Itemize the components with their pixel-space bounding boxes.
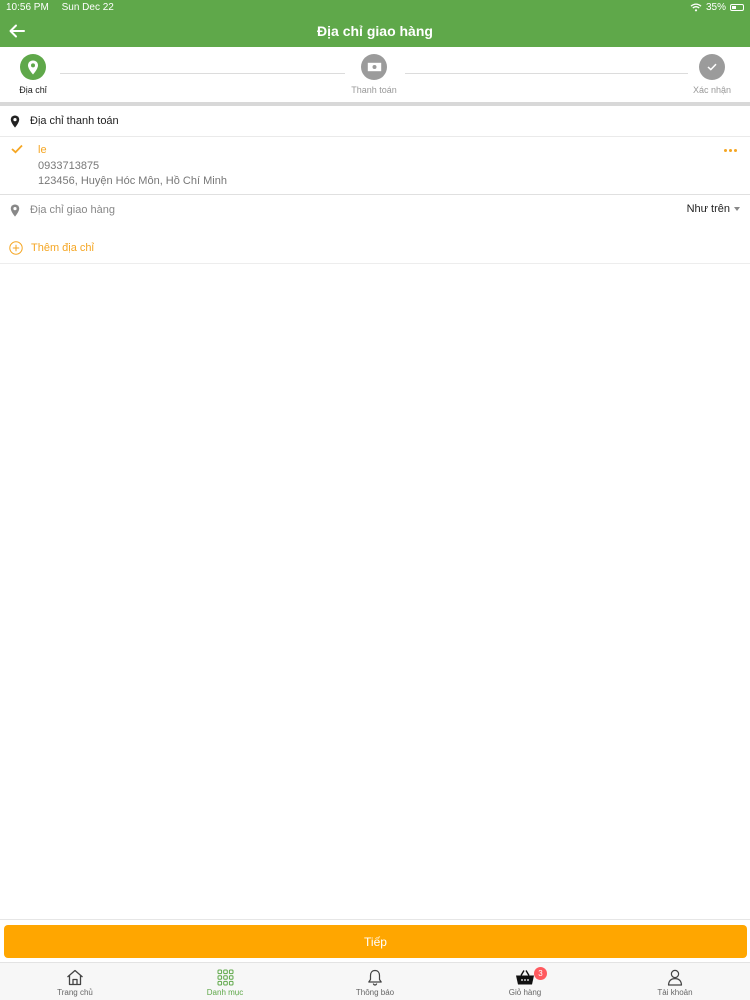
step-label: Địa chỉ [19, 85, 47, 95]
billing-address-header: Địa chỉ thanh toán [0, 106, 750, 137]
tab-bar: Trang chủ Danh mục Thông báo 3 Giỏ hàng … [0, 962, 750, 1000]
add-address-button[interactable]: Thêm địa chỉ [0, 232, 750, 264]
check-icon [699, 54, 725, 80]
status-date: Sun Dec 22 [61, 2, 114, 13]
more-options-icon[interactable] [724, 145, 740, 155]
step-connector [405, 73, 688, 74]
wifi-icon [690, 3, 702, 12]
tab-label: Tài khoản [657, 988, 693, 997]
tab-account[interactable]: Tài khoản [600, 963, 750, 1000]
shipping-selected-value: Như trên [686, 203, 730, 215]
address-name: le [38, 144, 47, 156]
checkmark-icon [11, 144, 23, 154]
tab-categories[interactable]: Danh mục [150, 963, 300, 1000]
step-label: Xác nhận [692, 85, 732, 95]
back-button[interactable] [6, 21, 28, 41]
tab-label: Thông báo [355, 988, 395, 997]
location-pin-icon [20, 54, 46, 80]
tab-notifications[interactable]: Thông báo [300, 963, 450, 1000]
battery-icon [730, 4, 744, 11]
step-confirm: Xác nhận [688, 54, 736, 95]
status-time: 10:56 PM [6, 2, 49, 13]
basket-icon [516, 970, 534, 985]
tab-home[interactable]: Trang chủ [0, 963, 150, 1000]
address-card[interactable]: le 0933713875 123456, Huyện Hóc Môn, Hồ … [0, 137, 750, 195]
location-pin-icon [10, 204, 20, 216]
cart-badge: 3 [534, 967, 547, 980]
shipping-address-row[interactable]: Địa chỉ giao hàng Như trên [0, 196, 750, 224]
back-arrow-icon [9, 24, 25, 38]
app-bar: Địa chỉ giao hàng [0, 15, 750, 47]
user-icon [667, 969, 683, 986]
money-icon [361, 54, 387, 80]
step-address: Địa chỉ [13, 54, 53, 95]
address-line: 123456, Huyện Hóc Môn, Hồ Chí Minh [38, 175, 227, 187]
grid-icon [217, 969, 233, 986]
cta-divider [0, 919, 750, 920]
step-payment: Thanh toán [344, 54, 404, 95]
add-address-label: Thêm địa chỉ [31, 241, 94, 254]
step-label: Thanh toán [351, 85, 397, 95]
bell-icon [368, 969, 382, 986]
location-pin-icon [10, 115, 20, 127]
shipping-address-select[interactable]: Như trên [687, 203, 740, 215]
status-bar: 10:56 PM Sun Dec 22 35% [0, 0, 750, 15]
tab-cart[interactable]: 3 Giỏ hàng [450, 963, 600, 1000]
home-icon [67, 969, 83, 986]
shipping-address-label: Địa chỉ giao hàng [30, 204, 116, 216]
next-button[interactable]: Tiếp [4, 925, 747, 958]
checkout-stepper: Địa chỉ Thanh toán Xác nhận [0, 47, 750, 103]
step-connector [60, 73, 345, 74]
plus-circle-icon [9, 240, 23, 255]
page-title: Địa chỉ giao hàng [317, 23, 433, 39]
tab-label: Danh mục [206, 988, 244, 997]
billing-address-label: Địa chỉ thanh toán [30, 115, 119, 127]
battery-percent: 35% [705, 2, 726, 13]
chevron-down-icon [734, 207, 740, 211]
tab-label: Giỏ hàng [508, 988, 542, 997]
tab-label: Trang chủ [57, 988, 93, 997]
address-phone: 0933713875 [38, 160, 100, 172]
